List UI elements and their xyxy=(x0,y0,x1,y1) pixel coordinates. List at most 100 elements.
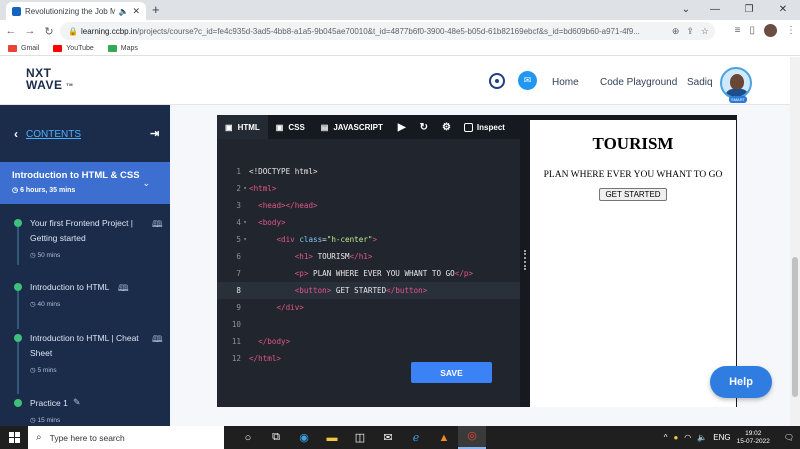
minimize-icon[interactable]: — xyxy=(698,0,732,20)
chevron-down-icon[interactable]: ⌄ xyxy=(142,178,150,189)
help-button[interactable]: Help xyxy=(710,366,772,398)
reading-list-icon[interactable]: ≡ xyxy=(735,25,741,36)
edge-icon[interactable]: ◉ xyxy=(290,431,318,444)
code-line[interactable]: 4 ▾ <body> xyxy=(217,214,520,231)
mail-icon[interactable]: ✉ xyxy=(374,431,402,444)
tab-javascript[interactable]: ▤ JAVASCRIPT xyxy=(313,115,391,139)
volume-icon[interactable]: 🔈 xyxy=(697,433,707,442)
code-line-active[interactable]: 8 <button> GET STARTED</button> xyxy=(217,282,520,299)
lesson-item[interactable]: Introduction to HTML 🕮 ◷ 40 mins xyxy=(0,280,170,329)
code-line[interactable]: 5 ▾ <div class="h-center"> xyxy=(217,231,520,248)
speaker-icon[interactable]: 🔈 xyxy=(118,7,128,16)
windows-start-icon[interactable] xyxy=(0,426,28,449)
active-course[interactable]: Introduction to HTML & CSS ◷ 6 hours, 35… xyxy=(0,162,170,204)
lock-icon[interactable]: 🔒 xyxy=(68,27,78,36)
notifications-icon[interactable]: 🗨 xyxy=(784,433,794,442)
lesson-duration: ◷ 15 mins xyxy=(30,417,61,424)
profile-avatar-icon[interactable] xyxy=(764,24,777,37)
code-line[interactable]: 7 <p> PLAN WHERE EVER YOU WHANT TO GO</p… xyxy=(217,265,520,282)
nav-code-playground[interactable]: Code Playground xyxy=(600,77,677,88)
output-preview: TOURISM PLAN WHERE EVER YOU WHANT TO GO … xyxy=(530,115,737,407)
gmail-icon xyxy=(8,45,17,52)
collapse-sidebar-icon[interactable]: ⇥ xyxy=(150,127,159,140)
taskbar-search[interactable]: ⌕ Type here to search xyxy=(28,426,224,449)
restore-icon[interactable]: ❐ xyxy=(732,0,766,20)
chevron-left-icon[interactable]: ‹ xyxy=(14,127,18,141)
contents-label[interactable]: CONTENTS xyxy=(26,129,81,140)
nav-home[interactable]: Home xyxy=(552,77,579,88)
preview-get-started-button[interactable]: GET STARTED xyxy=(599,188,667,201)
lesson-title[interactable]: Introduction to HTML | Cheat Sheet xyxy=(30,331,150,361)
code-line[interactable]: 2 ▾ <html> xyxy=(217,180,520,197)
book-icon: 🕮 xyxy=(152,334,163,344)
nxtwave-logo[interactable]: NXT WAVE TM xyxy=(26,67,73,91)
tab-search-icon[interactable]: ⌄ xyxy=(674,0,698,20)
tab-close-icon[interactable]: ✕ xyxy=(132,6,140,17)
drag-handle-icon[interactable] xyxy=(524,250,526,270)
task-view-icon[interactable]: ⧉ xyxy=(262,431,290,444)
store-icon[interactable]: ◫ xyxy=(346,431,374,444)
address-row: ← → ↻ 🔒 learning.ccbp.in/projects/course… xyxy=(0,20,800,42)
code-line[interactable]: 11 </body> xyxy=(217,333,520,350)
completed-check-icon xyxy=(14,219,22,227)
clock[interactable]: 19:02 15-07-2022 xyxy=(737,430,770,446)
windows-taskbar: ⌕ Type here to search ○ ⧉ ◉ ▬ ◫ ✉ ℯ ▲ ◎ ^… xyxy=(0,426,800,449)
file-explorer-icon[interactable]: ▬ xyxy=(318,432,346,444)
vlc-icon[interactable]: ▲ xyxy=(430,432,458,444)
network-icon[interactable]: ● xyxy=(673,433,678,442)
code-line[interactable]: 3 <head></head> xyxy=(217,197,520,214)
language-indicator[interactable]: ENG xyxy=(713,433,730,442)
ie-icon[interactable]: ℯ xyxy=(402,431,430,444)
tray-chevron-icon[interactable]: ^ xyxy=(664,433,668,442)
run-icon[interactable]: ▶ xyxy=(391,122,413,133)
tab-css[interactable]: ▣ CSS xyxy=(268,115,313,139)
lesson-item[interactable]: Introduction to HTML | Cheat Sheet 🕮 ◷ 5… xyxy=(0,331,170,394)
cortana-icon[interactable]: ○ xyxy=(234,432,262,444)
reset-icon[interactable]: ↻ xyxy=(413,122,435,133)
wifi-icon[interactable]: ◠ xyxy=(684,433,691,442)
nav-user-name[interactable]: Sadiq xyxy=(687,77,713,88)
streak-icon[interactable] xyxy=(489,73,505,89)
bookmark-maps[interactable]: Maps xyxy=(107,45,138,52)
side-panel-icon[interactable]: ▯ xyxy=(749,25,755,36)
search-icon: ⌕ xyxy=(36,432,42,443)
save-button[interactable]: SAVE xyxy=(411,362,492,383)
code-line[interactable]: 9 </div> xyxy=(217,299,520,316)
contents-toggle[interactable]: ‹ CONTENTS xyxy=(14,127,81,141)
pane-splitter[interactable] xyxy=(520,115,530,407)
inspect-checkbox[interactable] xyxy=(463,122,473,132)
css-file-icon: ▣ xyxy=(275,122,284,132)
page-scrollbar[interactable] xyxy=(790,57,800,426)
forward-icon[interactable]: → xyxy=(22,25,38,37)
code-line[interactable]: 6 <h1> TOURISM</h1> xyxy=(217,248,520,265)
settings-gear-icon[interactable]: ⚙ xyxy=(435,122,458,133)
lesson-item[interactable]: Practice 1 ✎ ◷ 15 mins xyxy=(0,396,170,426)
chat-icon[interactable]: ✉ xyxy=(518,71,537,90)
inspect-toggle[interactable]: Inspect xyxy=(458,122,505,132)
editor-toolbar: ▣ HTML ▣ CSS ▤ JAVASCRIPT ▶ ↻ ⚙ Inspect xyxy=(217,115,520,139)
close-window-icon[interactable]: ✕ xyxy=(766,0,800,20)
browser-tab[interactable]: Revolutionizing the Job Mar 🔈 ✕ xyxy=(6,2,146,20)
bookmark-star-icon[interactable]: ☆ xyxy=(701,26,709,37)
code-line[interactable]: 10 xyxy=(217,316,520,333)
reload-icon[interactable]: ↻ xyxy=(41,25,57,38)
lesson-title[interactable]: Introduction to HTML xyxy=(30,280,120,295)
back-icon[interactable]: ← xyxy=(3,25,19,37)
lesson-duration: ◷ 40 mins xyxy=(30,301,61,308)
new-tab-button[interactable]: + xyxy=(152,2,160,17)
user-avatar[interactable] xyxy=(720,67,752,99)
url-text[interactable]: learning.ccbp.in/projects/course?c_id=fe… xyxy=(81,27,665,36)
share-icon[interactable]: ⇪ xyxy=(686,26,694,37)
preview-heading: TOURISM xyxy=(592,134,674,153)
bookmark-youtube[interactable]: YouTube xyxy=(53,45,94,52)
lesson-title[interactable]: Your first Frontend Project | Getting st… xyxy=(30,216,140,246)
lesson-item[interactable]: Your first Frontend Project | Getting st… xyxy=(0,216,170,265)
tab-html[interactable]: ▣ HTML xyxy=(217,115,268,139)
address-bar[interactable]: 🔒 learning.ccbp.in/projects/course?c_id=… xyxy=(60,22,715,40)
book-icon: 🕮 xyxy=(118,283,129,293)
install-icon[interactable]: ⊕ xyxy=(672,26,680,37)
bookmark-gmail[interactable]: Gmail xyxy=(8,45,39,52)
menu-kebab-icon[interactable]: ⋮ xyxy=(786,25,796,36)
code-line[interactable]: 1 <!DOCTYPE html> xyxy=(217,163,520,180)
chrome-icon[interactable]: ◎ xyxy=(458,426,486,449)
